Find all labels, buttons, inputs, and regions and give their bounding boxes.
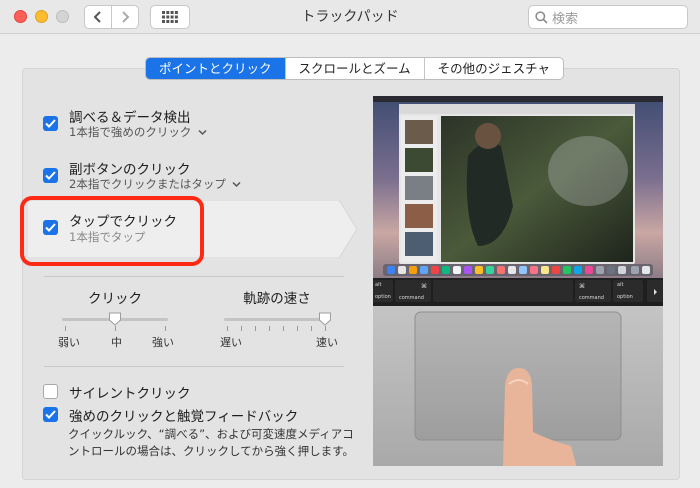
command-symbol-right: ⌘: [579, 283, 585, 290]
lookup-gesture-menu[interactable]: 1本指で強めのクリック: [69, 124, 207, 140]
speed-slider-tick: [269, 326, 270, 331]
speed-slider-tick: [283, 326, 284, 331]
secondary-click-gesture-menu[interactable]: 2本指でクリックまたはタップ: [69, 176, 242, 192]
lookup-title: 調べる＆データ検出: [69, 110, 191, 126]
annotation-highlight-ring: [20, 196, 204, 266]
thumbnail: [405, 176, 433, 200]
photos-window-toolbar: [399, 104, 635, 114]
preview-illustration: alt option ⌘ command ⌘ command alt optio…: [373, 96, 663, 466]
click-tick-label-firm: 強い: [152, 336, 174, 349]
speed-slider-tick: [325, 326, 326, 331]
click-slider-tick: [115, 326, 116, 331]
silent-click-label: サイレントクリック: [69, 386, 191, 402]
thumbnail: [405, 232, 433, 256]
speed-slider-track[interactable]: [224, 318, 330, 321]
secondary-click-checkbox[interactable]: [43, 168, 58, 183]
smoke: [548, 136, 628, 206]
speed-slider-thumb[interactable]: [318, 312, 332, 326]
thumbnail: [405, 204, 433, 228]
click-slider-tick: [65, 326, 66, 331]
force-click-checkbox[interactable]: [43, 407, 58, 422]
checkmark-icon: [45, 410, 56, 419]
divider: [44, 366, 344, 367]
secondary-click-gesture-label: 2本指でクリックまたはタップ: [69, 177, 226, 191]
chevron-right-icon: [122, 11, 130, 23]
thumbnail: [405, 148, 433, 172]
command-key-label-left: command: [399, 295, 424, 301]
chevron-left-icon: [93, 11, 101, 23]
chevron-down-icon: [232, 181, 242, 188]
thumbnail: [405, 120, 433, 144]
speed-slider-tick: [311, 326, 312, 331]
search-field[interactable]: 検索: [528, 5, 688, 29]
show-all-button[interactable]: [150, 5, 190, 29]
chevron-down-icon: [198, 129, 207, 136]
click-slider-label: クリック: [88, 291, 142, 307]
speed-tick-label-fast: 速い: [316, 336, 338, 349]
option-key-label-left: option: [375, 294, 391, 300]
force-click-label: 強めのクリックと触覚フィードバック: [69, 409, 299, 425]
click-tick-label-light: 弱い: [58, 336, 80, 349]
speed-slider-label: 軌跡の速さ: [243, 291, 311, 307]
speed-tick-label-slow: 遅い: [220, 336, 242, 349]
secondary-click-title: 副ボタンのクリック: [69, 162, 191, 178]
speed-slider-tick: [227, 326, 228, 331]
gesture-preview-video: alt option ⌘ command ⌘ command alt optio…: [373, 96, 663, 466]
force-click-description: クイックルック、“調べる”、および可変速度メディアコントロールの場合は、クリック…: [68, 427, 355, 458]
tab-scroll-and-zoom[interactable]: スクロールとズーム: [286, 58, 425, 79]
lookup-checkbox[interactable]: [43, 116, 58, 131]
alt-key-label-left: alt: [375, 282, 381, 288]
checkmark-icon: [45, 171, 56, 180]
person-head: [475, 123, 501, 149]
search-placeholder: 検索: [552, 11, 579, 27]
grid-icon: [162, 11, 178, 23]
silent-click-checkbox[interactable]: [43, 384, 58, 399]
command-key-label-right: command: [579, 295, 604, 301]
search-icon: [535, 10, 548, 24]
tab-point-and-click[interactable]: ポイントとクリック: [146, 58, 286, 79]
back-button[interactable]: [84, 5, 112, 29]
command-symbol-left: ⌘: [421, 283, 427, 290]
speed-slider-tick: [241, 326, 242, 331]
forward-button[interactable]: [111, 5, 139, 29]
click-tick-label-medium: 中: [111, 336, 122, 349]
option-key-label-right: option: [617, 294, 633, 300]
menu-bar: [373, 96, 663, 102]
speed-slider-tick: [297, 326, 298, 331]
speed-slider-tick: [255, 326, 256, 331]
click-slider-thumb[interactable]: [108, 312, 122, 326]
tab-more-gestures[interactable]: その他のジェスチャ: [425, 58, 563, 79]
alt-key-label-right: alt: [617, 282, 623, 288]
divider: [44, 276, 344, 277]
click-slider-tick: [165, 326, 166, 331]
tab-bar: ポイントとクリック スクロールとズーム その他のジェスチャ: [145, 57, 565, 80]
checkmark-icon: [45, 119, 56, 128]
space-bar: [433, 280, 573, 302]
title-bar: トラックパッド 検索: [0, 0, 700, 34]
lookup-gesture-label: 1本指で強めのクリック: [69, 125, 192, 139]
